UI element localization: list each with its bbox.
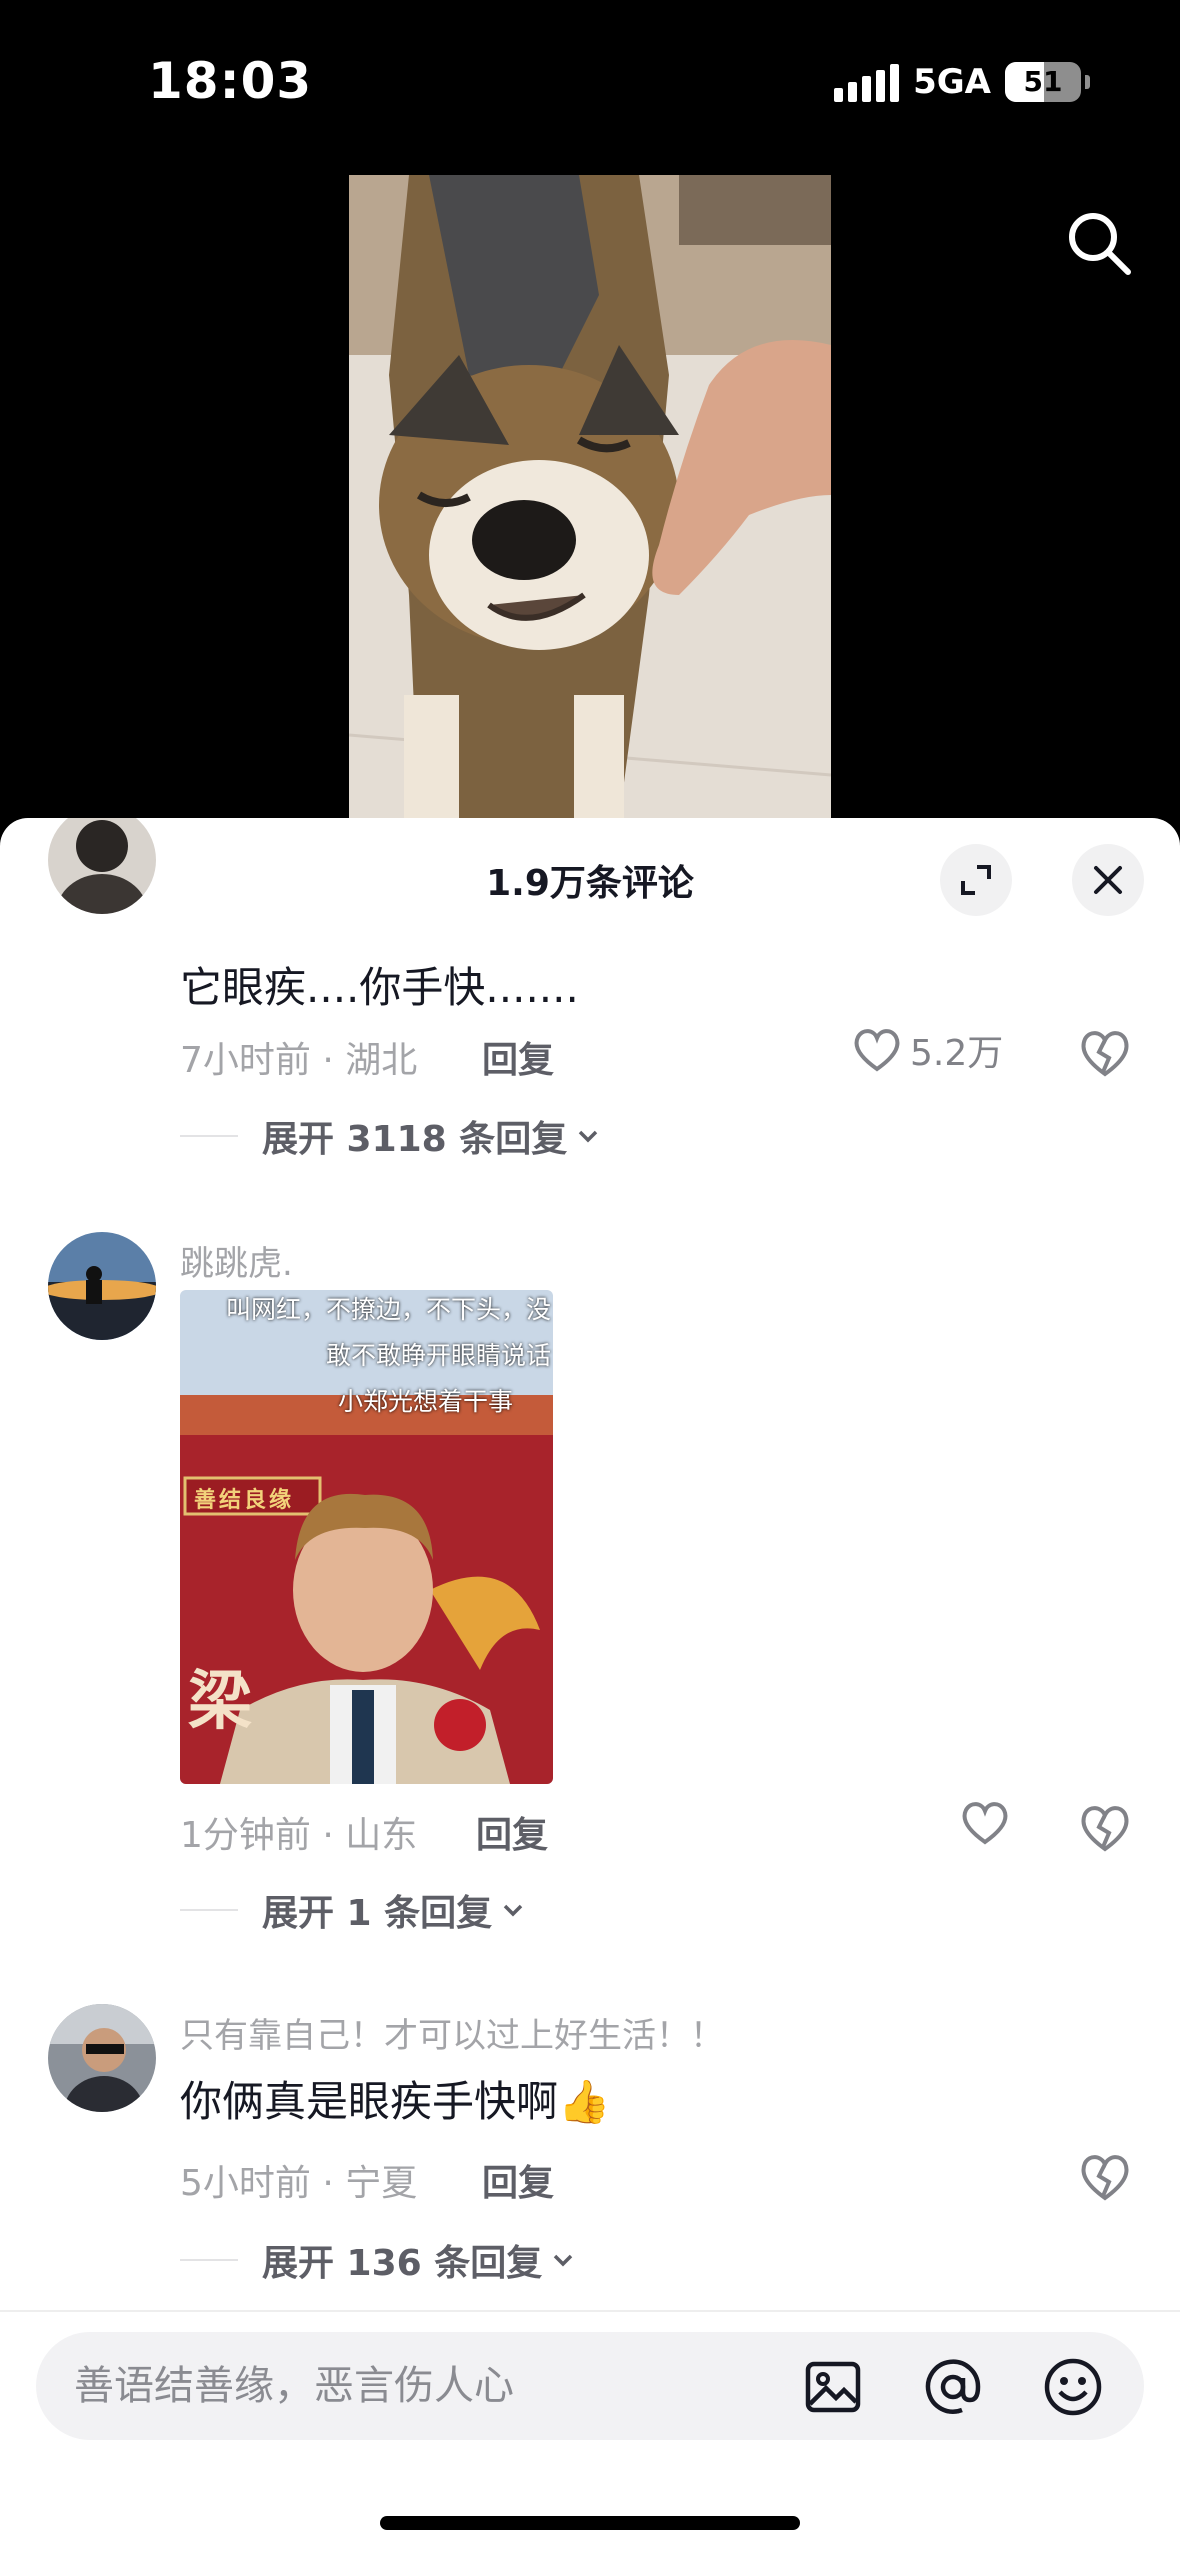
comment-time-location: 7小时前 · 湖北: [180, 1040, 418, 1081]
emoji-icon[interactable]: [1042, 2356, 1104, 2418]
reply-button[interactable]: 回复: [482, 1031, 554, 1083]
expand-replies-button[interactable]: 展开 1 条回复: [180, 1884, 524, 1936]
comment-input[interactable]: [74, 2332, 774, 2440]
dislike-icon[interactable]: [1078, 2152, 1132, 2202]
heart-icon: [962, 1802, 1008, 1845]
expand-replies-button[interactable]: 展开 3118 条回复: [180, 1110, 599, 1162]
comment-username[interactable]: 只有靠自己！才可以过上好生活！！: [180, 2008, 724, 2057]
avatar[interactable]: [48, 1232, 156, 1340]
image-sign-text: 善结良缘: [194, 1488, 295, 1513]
home-indicator: [380, 2516, 800, 2530]
thumbs-up-emoji: 👍: [558, 2077, 611, 2126]
comment-input-pill[interactable]: [36, 2332, 1144, 2440]
close-icon: [1094, 866, 1122, 894]
comment-text: 它眼疾....你手快.......: [180, 963, 579, 1012]
comments-sheet: 1.9万条评论 它眼疾....你手快....... 7小时前 · 湖北 回复 5…: [0, 818, 1180, 2556]
comment-time-location: 1分钟前 · 山东: [180, 1815, 418, 1856]
image-caption-line: 叫网红，不撩边，不下头，没: [225, 1295, 551, 1324]
chevron-down-icon: [553, 2254, 573, 2267]
comment-text-content: 你俩真是眼疾手快啊: [180, 2077, 559, 2126]
expand-sheet-button[interactable]: [940, 844, 1012, 916]
image-big-char: 梁: [188, 1664, 252, 1739]
status-time: 18:03: [148, 52, 313, 110]
battery-level: 51: [1023, 65, 1063, 98]
heart-icon: [854, 1029, 900, 1072]
like-count: 5.2万: [910, 1033, 1004, 1074]
comment-time-location: 5小时前 · 宁夏: [180, 2163, 418, 2204]
like-button[interactable]: [960, 1800, 1010, 1846]
battery-icon: 51: [1005, 62, 1081, 102]
expand-replies-label: 展开 1 条回复: [262, 1893, 493, 1934]
chevron-down-icon: [579, 1130, 598, 1143]
video-player[interactable]: [349, 175, 831, 820]
reply-button[interactable]: 回复: [476, 1806, 548, 1858]
dislike-icon[interactable]: [1078, 1803, 1132, 1853]
video-frame-dog: [349, 175, 831, 820]
comment-image[interactable]: 叫网红，不撩边，不下头，没 敢不敢睁开眼睛说话 小郑光想着干事 善结良缘 梁: [180, 1290, 553, 1784]
expand-icon: [961, 865, 991, 895]
search-icon[interactable]: [1064, 208, 1134, 278]
comment-text: 你俩真是眼疾手快啊👍: [180, 2068, 610, 2129]
mention-icon[interactable]: [922, 2356, 984, 2418]
image-picker-icon[interactable]: [802, 2356, 864, 2418]
expand-replies-label: 展开 3118 条回复: [262, 1119, 568, 1160]
expand-replies-label: 展开 136 条回复: [262, 2243, 543, 2284]
chevron-down-icon: [503, 1904, 523, 1917]
signal-icon: [834, 62, 900, 102]
expand-replies-button[interactable]: 展开 136 条回复: [180, 2234, 574, 2286]
status-indicators: 5GA 51: [834, 62, 1090, 102]
like-button[interactable]: 5.2万: [852, 1024, 1003, 1076]
network-label: 5GA: [913, 62, 991, 102]
avatar[interactable]: [48, 2004, 156, 2112]
reply-button[interactable]: 回复: [482, 2154, 554, 2206]
image-caption-line: 敢不敢睁开眼睛说话: [325, 1341, 551, 1370]
comment-username[interactable]: 跳跳虎.: [180, 1236, 293, 1285]
close-sheet-button[interactable]: [1072, 844, 1144, 916]
dislike-icon[interactable]: [1078, 1028, 1132, 1078]
image-caption-line: 小郑光想着干事: [337, 1387, 513, 1416]
